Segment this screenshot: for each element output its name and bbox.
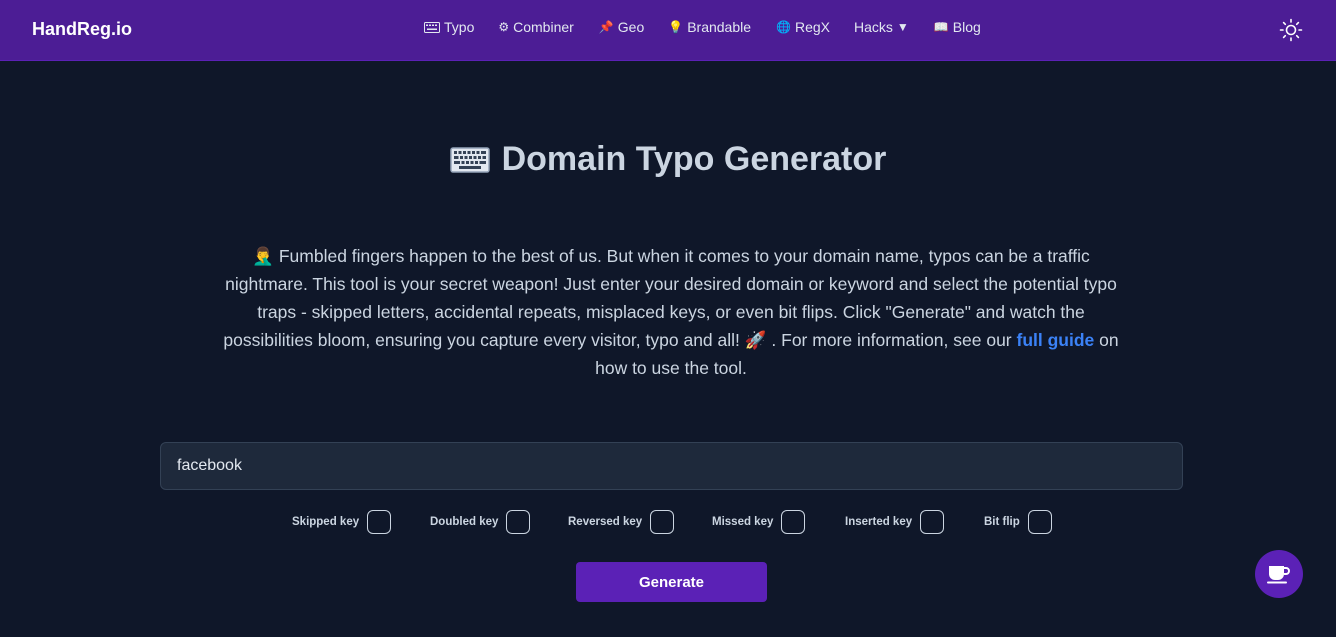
globe-icon: 🌐 — [776, 20, 791, 34]
bulb-icon: 💡 — [668, 20, 684, 34]
pin-icon: 📌 — [598, 20, 614, 34]
tool-description: 🤦‍♂️ Fumbled fingers happen to the best … — [218, 242, 1124, 382]
brand-logo[interactable]: HandReg.io — [32, 19, 132, 40]
coffee-cup-icon — [1267, 566, 1290, 584]
page-title-text: Domain Typo Generator — [501, 140, 887, 178]
nav-links: Typo ⚙ Combiner 📌 Geo 💡 Brandable 🌐 RegX… — [424, 19, 981, 35]
option-label: Doubled key — [430, 516, 499, 528]
nav-item-hacks[interactable]: Hacks ▼ — [854, 19, 909, 35]
nav-item-brandable[interactable]: 💡 Brandable — [668, 19, 751, 35]
generate-button[interactable]: Generate — [576, 562, 767, 602]
domain-keyword-input[interactable] — [161, 443, 1182, 489]
option-missed-key[interactable]: Missed key — [712, 510, 806, 534]
description-text: 🤦‍♂️ Fumbled fingers happen to the best … — [223, 246, 1117, 350]
option-label: Missed key — [712, 516, 774, 528]
nav-item-typo[interactable]: Typo — [424, 19, 474, 35]
top-navbar: HandReg.io Typo ⚙ Combiner 📌 Geo 💡 Brand… — [0, 0, 1336, 61]
nav-item-label: Typo — [444, 19, 475, 35]
option-reversed-key[interactable]: Reversed key — [568, 510, 675, 534]
option-doubled-key[interactable]: Doubled key — [430, 510, 531, 534]
missed-key-checkbox[interactable] — [781, 510, 806, 534]
nav-item-regx[interactable]: 🌐 RegX — [776, 19, 830, 35]
option-label: Reversed key — [568, 516, 643, 528]
keyboard-icon — [449, 146, 490, 173]
option-bit-flip[interactable]: Bit flip — [984, 510, 1052, 534]
nav-item-geo[interactable]: 📌 Geo — [599, 19, 644, 35]
nav-item-blog[interactable]: 📖 Blog — [934, 19, 981, 35]
inserted-key-checkbox[interactable] — [920, 510, 945, 534]
gear-icon: ⚙ — [498, 20, 510, 34]
nav-item-label: Geo — [617, 19, 645, 35]
skipped-key-checkbox[interactable] — [367, 510, 392, 534]
full-guide-link[interactable]: full guide — [1017, 330, 1095, 350]
nav-item-combiner[interactable]: ⚙ Combiner — [498, 19, 573, 35]
reversed-key-checkbox[interactable] — [650, 510, 675, 534]
option-label: Inserted key — [845, 516, 913, 528]
keyboard-icon — [424, 21, 440, 33]
chevron-down-icon: ▼ — [896, 20, 909, 34]
bit-flip-checkbox[interactable] — [1027, 510, 1052, 534]
nav-item-label: RegX — [794, 19, 831, 35]
option-label: Bit flip — [984, 516, 1020, 528]
page-title: Domain Typo Generator — [0, 140, 1336, 179]
option-skipped-key[interactable]: Skipped key — [292, 510, 392, 534]
theme-toggle-button[interactable] — [1279, 18, 1303, 42]
option-inserted-key[interactable]: Inserted key — [845, 510, 945, 534]
nav-item-label: Blog — [952, 19, 981, 35]
domain-input-wrapper — [160, 442, 1183, 490]
sun-icon — [1279, 18, 1303, 42]
option-label: Skipped key — [292, 516, 360, 528]
doubled-key-checkbox[interactable] — [506, 510, 531, 534]
book-icon: 📖 — [933, 20, 949, 34]
nav-item-label: Brandable — [687, 19, 752, 35]
buy-coffee-button[interactable] — [1255, 550, 1303, 598]
nav-item-label: Hacks — [854, 19, 893, 35]
nav-item-label: Combiner — [513, 19, 574, 35]
